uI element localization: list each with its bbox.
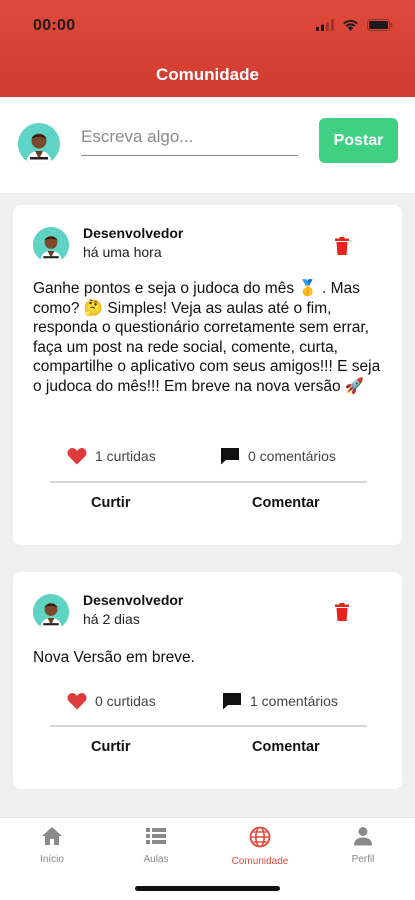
comment-count: 0 comentários	[220, 447, 336, 465]
divider	[50, 725, 367, 727]
comment-count: 1 comentários	[222, 692, 338, 710]
like-count: 0 curtidas	[67, 692, 156, 710]
avatar	[18, 123, 60, 165]
heart-icon	[67, 448, 87, 465]
post-text: Ganhe pontos e seja o judoca do mês 🥇 . …	[33, 280, 381, 395]
battery-icon	[367, 19, 393, 31]
heart-icon	[67, 693, 87, 710]
trash-icon[interactable]	[334, 603, 350, 621]
judoka-avatar-icon	[33, 227, 69, 263]
page-title: Comunidade	[156, 65, 259, 84]
nav-item-aulas[interactable]: Aulas	[116, 826, 196, 865]
globe-icon	[249, 826, 271, 848]
person-icon	[354, 827, 372, 846]
divider	[50, 481, 367, 483]
wifi-icon	[343, 19, 358, 31]
post-card: Desenvolvedor há uma hora Ganhe pontos e…	[13, 205, 402, 545]
post-author: Desenvolvedor	[83, 592, 184, 608]
judoka-avatar-icon	[33, 594, 69, 630]
comment-button[interactable]: Comentar	[252, 739, 320, 755]
nav-label: Comunidade	[231, 856, 289, 867]
comment-button[interactable]: Comentar	[252, 495, 320, 511]
list-icon	[146, 828, 166, 844]
comment-count-label: 1 comentários	[250, 693, 338, 709]
post-text: Nova Versão em breve.	[33, 649, 195, 666]
nav-item-perfil[interactable]: Perfil	[323, 826, 403, 865]
app-header: 00:00 Comunidade	[0, 0, 415, 97]
post-time: há 2 dias	[83, 611, 140, 627]
judoka-avatar-icon	[18, 123, 60, 165]
avatar	[33, 594, 69, 630]
like-count-label: 0 curtidas	[95, 693, 156, 709]
post-author: Desenvolvedor	[83, 225, 184, 241]
post-composer: Postar	[0, 97, 415, 193]
nav-label: Início	[40, 854, 64, 865]
comment-icon	[221, 448, 239, 465]
signal-icon	[316, 19, 334, 31]
status-icons	[316, 19, 393, 31]
nav-label: Perfil	[351, 854, 375, 865]
avatar	[33, 227, 69, 263]
nav-item-inicio[interactable]: Início	[12, 826, 92, 865]
nav-label: Aulas	[143, 854, 169, 865]
home-indicator	[135, 886, 280, 891]
trash-icon[interactable]	[334, 237, 350, 255]
post-button[interactable]: Postar	[319, 118, 398, 163]
like-count: 1 curtidas	[67, 447, 156, 465]
nav-item-comunidade[interactable]: Comunidade	[220, 826, 300, 867]
post-time: há uma hora	[83, 244, 162, 260]
home-icon	[42, 827, 62, 845]
post-card: Desenvolvedor há 2 dias Nova Versão em b…	[13, 572, 402, 789]
status-time: 00:00	[33, 17, 76, 34]
like-count-label: 1 curtidas	[95, 448, 156, 464]
like-button[interactable]: Curtir	[91, 739, 130, 755]
comment-icon	[223, 693, 241, 710]
comment-count-label: 0 comentários	[248, 448, 336, 464]
post-input[interactable]	[81, 118, 298, 156]
like-button[interactable]: Curtir	[91, 495, 130, 511]
